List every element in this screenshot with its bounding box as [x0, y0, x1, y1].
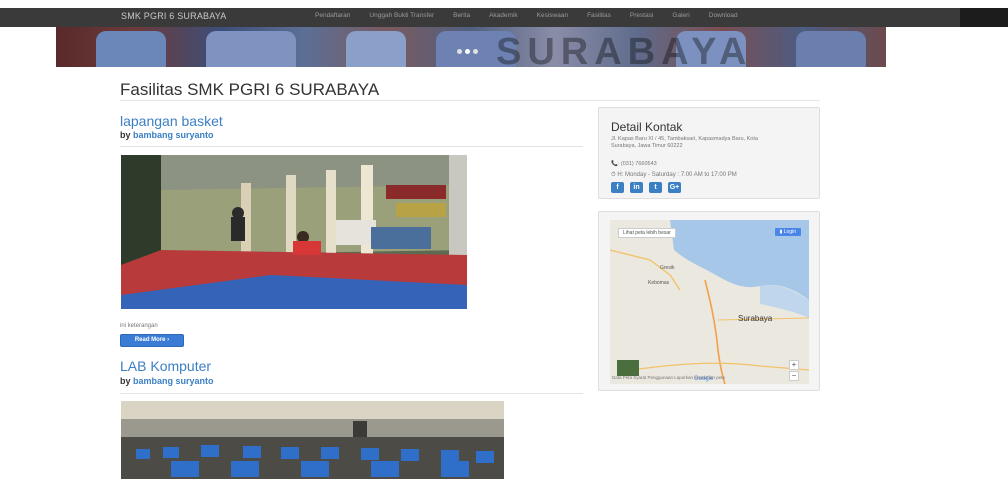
title-divider	[120, 100, 820, 101]
post-image-computer-lab[interactable]	[121, 401, 504, 479]
map-login-button[interactable]: ▮ Login	[774, 228, 801, 236]
map-login-label: Login	[783, 229, 796, 235]
map-panel: Lihat peta lebih besar ▮ Login Gresik Ke…	[598, 211, 820, 391]
map-canvas	[610, 220, 809, 384]
banner-watermark: SURABAYA	[496, 31, 753, 67]
map-label-kebomas: Kebomas	[648, 280, 670, 286]
basketball-court-photo	[121, 155, 467, 309]
embedded-map[interactable]: Lihat peta lebih besar ▮ Login Gresik Ke…	[610, 220, 809, 384]
byline-label: by	[120, 376, 131, 386]
view-larger-map-link[interactable]: Lihat peta lebih besar	[618, 228, 676, 238]
banner-figure	[96, 31, 166, 67]
post-excerpt: ini keterangan	[120, 323, 158, 329]
google-plus-icon[interactable]: G+	[668, 182, 681, 193]
map-label-gresik: Gresik	[660, 265, 675, 271]
nav-item-pendaftaran[interactable]: Pendaftaran	[315, 12, 350, 19]
banner-image: SURABAYA	[56, 27, 886, 67]
nav-item-download[interactable]: Download	[709, 12, 738, 19]
banner-figure	[796, 31, 866, 67]
post-title[interactable]: lapangan basket	[120, 113, 223, 129]
nav-item-akademik[interactable]: Akademik	[489, 12, 518, 19]
twitter-icon[interactable]: t	[649, 182, 662, 193]
contact-phone: 📞: (031) 7660543	[611, 161, 657, 167]
nav-item-fasilitas[interactable]: Fasilitas	[587, 12, 611, 19]
nav-menu: Pendaftaran Unggah Bukti Transfer Berita…	[315, 12, 757, 19]
post-byline: by bambang suryanto	[120, 376, 214, 386]
map-footer-links[interactable]: Data Peta Syarat Penggunaan Laporkan kes…	[612, 375, 725, 380]
read-more-button[interactable]: Read More ›	[120, 334, 184, 347]
post-title[interactable]: LAB Komputer	[120, 358, 211, 374]
linkedin-icon[interactable]: in	[630, 182, 643, 193]
nav-item-galeri[interactable]: Galeri	[672, 12, 689, 19]
banner-figure	[206, 31, 296, 67]
navbar-edge	[960, 8, 1008, 27]
post-author-link[interactable]: bambang suryanto	[133, 376, 214, 386]
carousel-indicators	[457, 49, 478, 54]
post-divider	[120, 393, 583, 394]
zoom-out-button[interactable]: −	[789, 371, 799, 381]
contact-title: Detail Kontak	[611, 120, 683, 134]
carousel-dot-active[interactable]	[465, 49, 470, 54]
social-links: f in t G+	[611, 182, 681, 193]
post-divider	[120, 146, 583, 147]
top-navbar: SMK PGRI 6 SURABAYA Pendaftaran Unggah B…	[0, 8, 1008, 27]
contact-hours: ⏱ H: Monday - Saturday : 7:00 AM to 17:0…	[611, 172, 737, 178]
byline-label: by	[120, 130, 131, 140]
banner-figure	[346, 31, 406, 67]
zoom-in-button[interactable]: +	[789, 360, 799, 370]
nav-item-unggah-bukti[interactable]: Unggah Bukti Transfer	[369, 12, 434, 19]
post-byline: by bambang suryanto	[120, 130, 214, 140]
contact-address: Jl. Kapas Baru XI / 45, Tambaksari, Kapa…	[611, 136, 758, 149]
nav-item-berita[interactable]: Berita	[453, 12, 470, 19]
computer-lab-photo	[121, 401, 504, 479]
carousel-dot[interactable]	[473, 49, 478, 54]
nav-item-prestasi[interactable]: Prestasi	[630, 12, 653, 19]
site-brand[interactable]: SMK PGRI 6 SURABAYA	[121, 11, 227, 21]
post-image-basketball-court[interactable]	[121, 155, 467, 309]
carousel-dot[interactable]	[457, 49, 462, 54]
page-title: Fasilitas SMK PGRI 6 SURABAYA	[120, 80, 380, 99]
contact-panel: Detail Kontak Jl. Kapas Baru XI / 45, Ta…	[598, 107, 820, 199]
nav-item-kesiswaan[interactable]: Kesiswaan	[537, 12, 568, 19]
facebook-icon[interactable]: f	[611, 182, 624, 193]
post-author-link[interactable]: bambang suryanto	[133, 130, 214, 140]
map-label-surabaya: Surabaya	[738, 314, 773, 323]
